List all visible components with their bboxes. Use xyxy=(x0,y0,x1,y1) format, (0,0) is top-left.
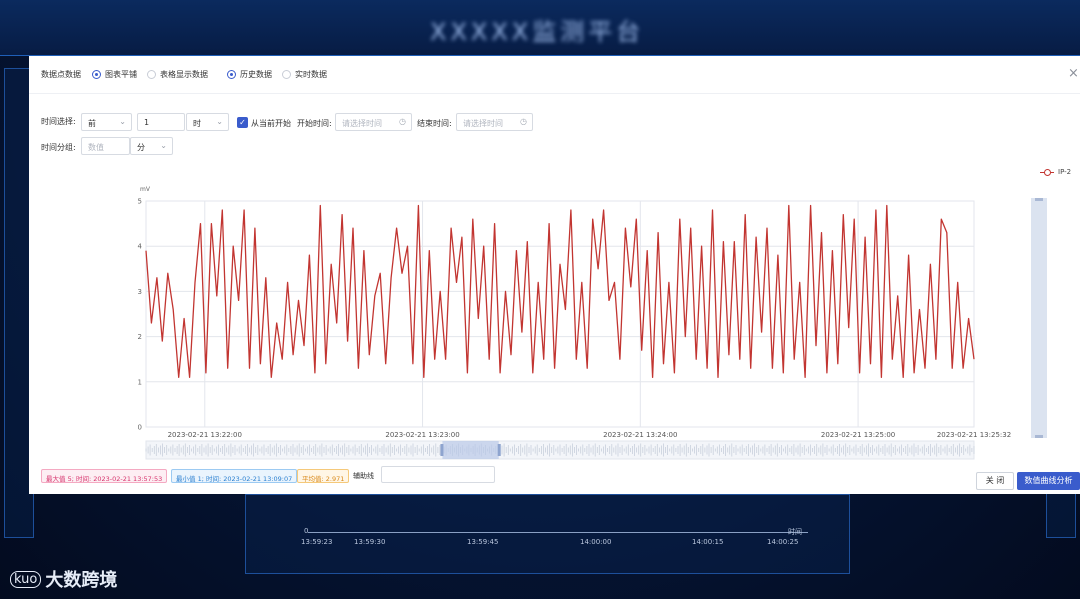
data-zoom-window xyxy=(442,441,499,459)
dashboard-title: XXXXX监测平台 xyxy=(430,18,645,46)
bottom-axis-label: 时间 xyxy=(788,528,802,536)
dashboard-header: XXXXX监测平台 xyxy=(0,0,1080,56)
bottom-axis-tick: 14:00:15 xyxy=(692,538,724,546)
x-tick-label: 2023-02-21 13:22:00 xyxy=(168,431,242,439)
x-tick-label: 2023-02-21 13:25:00 xyxy=(821,431,895,439)
y-tick-label: 4 xyxy=(138,243,143,251)
aux-line-input[interactable] xyxy=(381,466,495,483)
aux-line-label: 辅助线 xyxy=(353,472,374,480)
bottom-chart-panel xyxy=(245,494,850,574)
watermark-text: 大数跨境 xyxy=(45,570,118,591)
x-tick-label: 2023-02-21 13:24:00 xyxy=(603,431,677,439)
max-value-tag: 最大值 5; 时间: 2023-02-21 13:57:53 xyxy=(41,469,168,483)
curve-analysis-button[interactable]: 数值曲线分析 xyxy=(1017,472,1080,490)
legend-series-label: IP-2 xyxy=(1058,168,1072,176)
y-tick-label: 2 xyxy=(138,333,142,341)
data-zoom-preview xyxy=(145,443,975,457)
bottom-axis-tick: 14:00:25 xyxy=(767,538,799,546)
slider-handle-bottom[interactable] xyxy=(1035,435,1043,438)
watermark: kuo 大数跨境 xyxy=(10,566,117,592)
line-chart: 0 1 2 3 4 5 mV 2023-02-21 13:22:00 2023-02-21 13… xyxy=(138,186,1011,460)
avg-value-tag: 平均值: 2.971 xyxy=(297,469,350,483)
min-value-tag: 最小值 1; 时间: 2023-02-21 13:09:07 xyxy=(171,469,298,483)
data-zoom-handle-left xyxy=(440,444,444,456)
y-tick-label: 3 xyxy=(138,288,142,296)
data-point-modal: 数据点数据 图表平铺 表格显示数据 历史数据 实时数据 × 时间选择: 前 ⌄ … xyxy=(29,56,1080,494)
watermark-logo-icon: kuo xyxy=(10,570,42,588)
data-zoom-handle-right xyxy=(497,444,501,456)
bottom-axis-zero: 0 xyxy=(304,527,309,535)
chart-legend[interactable]: IP-2 xyxy=(1040,168,1071,176)
bottom-axis-tick: 13:59:45 xyxy=(467,538,499,546)
bottom-axis-tick: 13:59:30 xyxy=(354,538,386,546)
legend-series-icon xyxy=(1040,168,1054,176)
slider-handle-top[interactable] xyxy=(1035,198,1043,201)
bottom-axis-tick: 13:59:23 xyxy=(301,538,333,546)
bottom-axis-tick: 14:00:00 xyxy=(580,538,612,546)
y-tick-label: 5 xyxy=(138,198,142,206)
y-tick-label: 1 xyxy=(138,378,142,386)
y-tick-label: 0 xyxy=(138,424,142,432)
x-tick-label: 2023-02-21 13:25:32 xyxy=(937,431,1011,439)
close-button[interactable]: 关 闭 xyxy=(976,472,1014,490)
vertical-zoom-slider[interactable] xyxy=(1031,198,1047,438)
bottom-chart-axis xyxy=(308,532,808,533)
y-axis-unit: mV xyxy=(140,186,151,193)
x-tick-label: 2023-02-21 13:23:00 xyxy=(385,431,459,439)
